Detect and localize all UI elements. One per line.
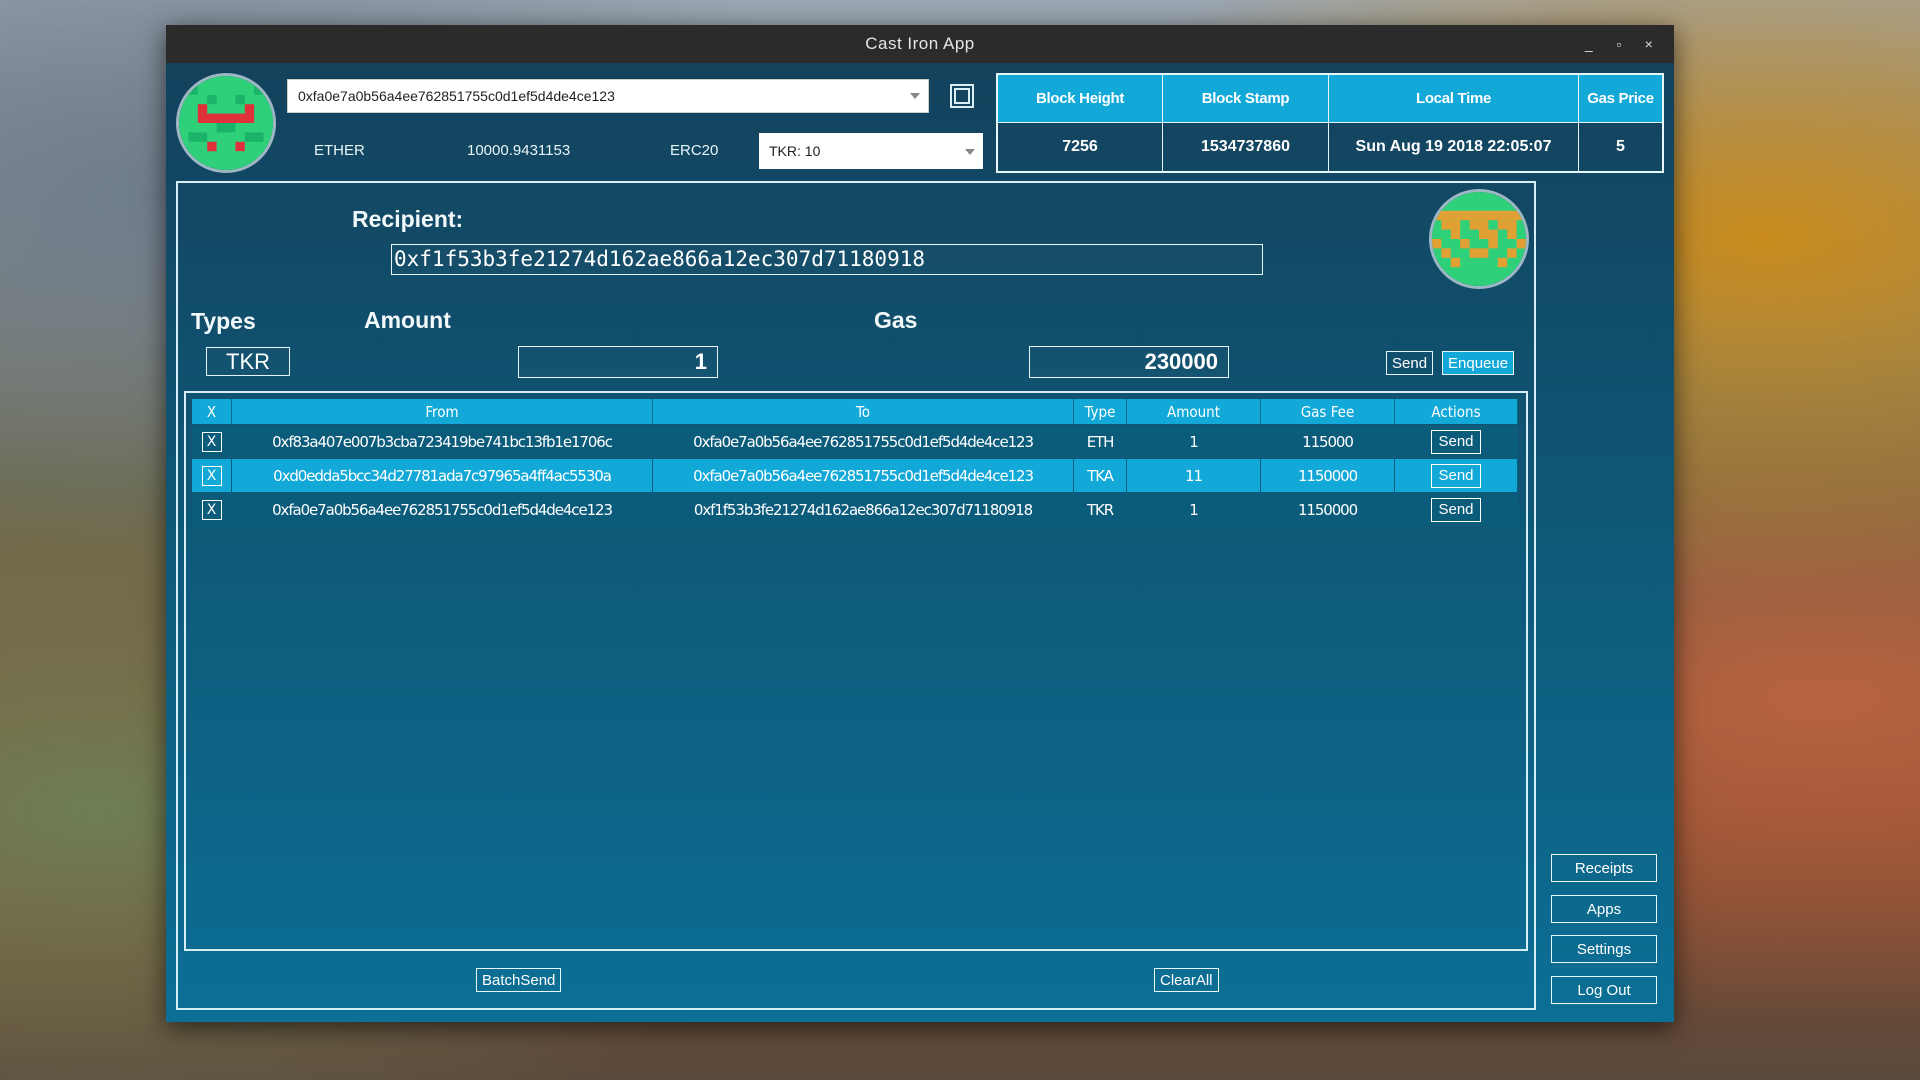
row-to: 0xfa0e7a0b56a4ee762851755c0d1ef5d4de4ce1… [653,459,1074,492]
chevron-down-icon [910,93,920,99]
row-type: TKA [1074,459,1127,492]
amount-label: Amount [364,307,451,333]
maximize-icon[interactable]: ▫ [1604,25,1634,63]
column-x: X [192,399,232,424]
recipient-label: Recipient: [352,206,464,232]
row-from: 0xfa0e7a0b56a4ee762851755c0d1ef5d4de4ce1… [232,493,653,526]
table-row[interactable]: X 0xfa0e7a0b56a4ee762851755c0d1ef5d4de4c… [192,493,1518,526]
ether-label: ETHER [314,142,365,159]
close-icon[interactable]: × [1634,25,1664,63]
account-select[interactable]: 0xfa0e7a0b56a4ee762851755c0d1ef5d4de4ce1… [287,79,929,113]
remove-row-button[interactable]: X [201,499,222,520]
logout-button[interactable]: Log Out [1551,976,1657,1004]
row-type: ETH [1074,425,1127,458]
identicon-icon [1432,192,1526,286]
token-select[interactable]: TKR: 10 [759,133,983,169]
types-label: Types [191,308,256,334]
block-stamp-header: Block Stamp [1163,75,1329,123]
chevron-down-icon [965,149,975,155]
chain-status-table: Block Height Block Stamp Local Time Gas … [996,73,1664,173]
column-to: To [653,399,1074,424]
identicon-icon [179,76,273,170]
clear-all-button[interactable]: ClearAll [1154,968,1219,992]
batch-send-button[interactable]: BatchSend [476,968,562,992]
column-amount: Amount [1127,399,1261,424]
row-send-button[interactable]: Send [1431,429,1481,454]
enqueue-button[interactable]: Enqueue [1442,351,1515,375]
token-select-value: TKR: 10 [769,143,821,159]
row-from: 0xd0edda5bcc34d27781ada7c97965a4ff4ac553… [232,459,653,492]
account-avatar [176,73,276,173]
row-from: 0xf83a407e007b3cba723419be741bc13fb1e170… [232,425,653,458]
column-actions: Actions [1395,399,1518,424]
app-window: Cast Iron App _ ▫ × 0xfa0e7a0b56a4ee7628… [166,25,1674,1022]
account-address: 0xfa0e7a0b56a4ee762851755c0d1ef5d4de4ce1… [298,88,615,104]
minimize-icon[interactable]: _ [1574,25,1604,63]
row-amount: 11 [1127,459,1261,492]
row-gas-fee: 1150000 [1261,459,1395,492]
gas-label: Gas [874,307,918,333]
apps-button[interactable]: Apps [1551,895,1657,923]
row-gas-fee: 1150000 [1261,493,1395,526]
title-bar[interactable]: Cast Iron App _ ▫ × [166,25,1674,63]
block-stamp-value: 1534737860 [1163,123,1329,171]
remove-row-button[interactable]: X [201,465,222,486]
row-amount: 1 [1127,493,1261,526]
ether-balance: 10000.9431153 [467,142,571,159]
column-type: Type [1074,399,1127,424]
table-row[interactable]: X 0xf83a407e007b3cba723419be741bc13fb1e1… [192,425,1518,458]
block-height-value: 7256 [998,123,1163,171]
receipts-button[interactable]: Receipts [1551,854,1657,882]
row-gas-fee: 115000 [1261,425,1395,458]
row-to: 0xfa0e7a0b56a4ee762851755c0d1ef5d4de4ce1… [653,425,1074,458]
block-height-header: Block Height [998,75,1163,123]
type-select[interactable]: TKR [206,347,290,376]
gas-price-header: Gas Price [1579,75,1662,123]
row-send-button[interactable]: Send [1431,497,1481,522]
amount-input[interactable]: 1 [518,346,718,378]
local-time-header: Local Time [1329,75,1579,123]
column-from: From [232,399,653,424]
recipient-input[interactable]: 0xf1f53b3fe21274d162ae866a12ec307d711809… [391,244,1263,275]
column-gas-fee: Gas Fee [1261,399,1395,424]
queue-table: X From To Type Amount Gas Fee Actions X … [184,391,1528,951]
transfer-panel: Recipient: 0xf1f53b3fe21274d162ae866a12e… [176,181,1536,1010]
window-title: Cast Iron App [865,34,975,53]
remove-row-button[interactable]: X [201,431,222,452]
row-amount: 1 [1127,425,1261,458]
send-button[interactable]: Send [1386,351,1434,375]
table-row[interactable]: X 0xd0edda5bcc34d27781ada7c97965a4ff4ac5… [192,459,1518,492]
settings-button[interactable]: Settings [1551,935,1657,963]
copy-icon[interactable] [949,83,975,109]
row-send-button[interactable]: Send [1431,463,1481,488]
row-type: TKR [1074,493,1127,526]
table-header: X From To Type Amount Gas Fee Actions [192,399,1518,424]
local-time-value: Sun Aug 19 2018 22:05:07 [1329,123,1579,171]
gas-input[interactable]: 230000 [1029,346,1229,378]
row-to: 0xf1f53b3fe21274d162ae866a12ec307d711809… [653,493,1074,526]
recipient-avatar [1429,189,1529,289]
gas-price-value: 5 [1616,138,1625,155]
erc20-label: ERC20 [670,142,719,159]
